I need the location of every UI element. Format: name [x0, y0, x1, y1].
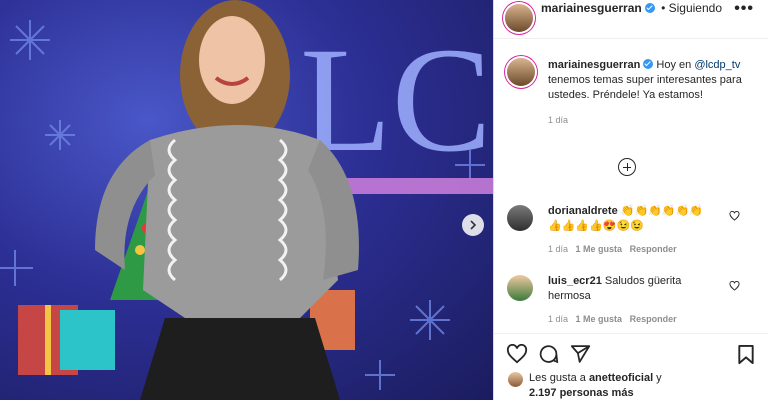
likes-count[interactable]: 2.197 personas más	[529, 387, 634, 399]
comment-meta: 1 día 1 Me gusta Responder	[548, 242, 718, 257]
comment-meta: 1 día 1 Me gusta Responder	[548, 312, 718, 327]
caption-text-after: tenemos temas super interesantes para us…	[548, 74, 742, 101]
follow-status[interactable]: • Siguiendo	[661, 1, 722, 15]
comment-time: 1 día	[548, 314, 569, 324]
likes-summary: Les gusta a anetteoficial y 2.197 person…	[529, 371, 662, 401]
likes-user[interactable]: anetteoficial	[589, 372, 653, 384]
verified-icon	[644, 3, 655, 13]
comment-item: dorianaldrete 👏👏👏👏👏👏 👍👍👍👍😍😉😉 1 día 1 Me …	[548, 204, 718, 257]
comment-icon[interactable]	[538, 344, 559, 365]
comment-avatar[interactable]	[507, 205, 533, 231]
add-comment-icon[interactable]	[618, 158, 636, 176]
caption-text-before: Hoy en	[656, 59, 695, 71]
post-photo[interactable]: LC	[0, 0, 493, 400]
comment-time: 1 día	[548, 244, 569, 254]
heart-icon[interactable]	[506, 344, 528, 364]
header-username[interactable]: mariainesguerran	[541, 1, 642, 15]
caption-mention[interactable]: @lcdp_tv	[694, 59, 740, 71]
photo-illustration: LC	[0, 0, 493, 400]
comment-like-heart-icon[interactable]	[729, 211, 740, 221]
comment-reply[interactable]: Responder	[630, 244, 677, 254]
comment-username[interactable]: dorianaldrete	[548, 205, 618, 217]
post-header: mariainesguerran • Siguiendo •••	[494, 0, 768, 39]
post-sidebar: mariainesguerran • Siguiendo ••• mariain…	[493, 0, 768, 400]
likes-suffix: y	[653, 372, 662, 384]
caption-avatar[interactable]	[507, 58, 535, 86]
header-username-row: mariainesguerran • Siguiendo	[541, 1, 722, 15]
likes-prefix: Les gusta a	[529, 372, 589, 384]
bookmark-icon[interactable]	[737, 344, 755, 365]
comment-likes[interactable]: 1 Me gusta	[576, 314, 623, 324]
comment-username[interactable]: luis_ecr21	[548, 275, 602, 287]
chevron-right-icon	[470, 220, 477, 230]
post-caption: mariainesguerran Hoy en @lcdp_tv tenemos…	[548, 58, 744, 128]
share-icon[interactable]	[570, 344, 591, 364]
follow-status-label: Siguiendo	[668, 1, 722, 15]
verified-icon	[643, 59, 654, 69]
liker-avatar[interactable]	[508, 372, 523, 387]
comment-item: luis_ecr21 Saludos güerita hermosa 1 día…	[548, 274, 718, 327]
post-actions: Les gusta a anetteoficial y 2.197 person…	[494, 333, 768, 401]
next-photo-button[interactable]	[462, 214, 484, 236]
comment-likes[interactable]: 1 Me gusta	[576, 244, 623, 254]
caption-time: 1 día	[548, 115, 569, 125]
comment-avatar[interactable]	[507, 275, 533, 301]
comment-reply[interactable]: Responder	[630, 314, 677, 324]
comment-like-heart-icon[interactable]	[729, 281, 740, 291]
caption-username[interactable]: mariainesguerran	[548, 59, 640, 71]
more-options-icon[interactable]: •••	[734, 0, 754, 18]
author-avatar[interactable]	[505, 4, 533, 32]
